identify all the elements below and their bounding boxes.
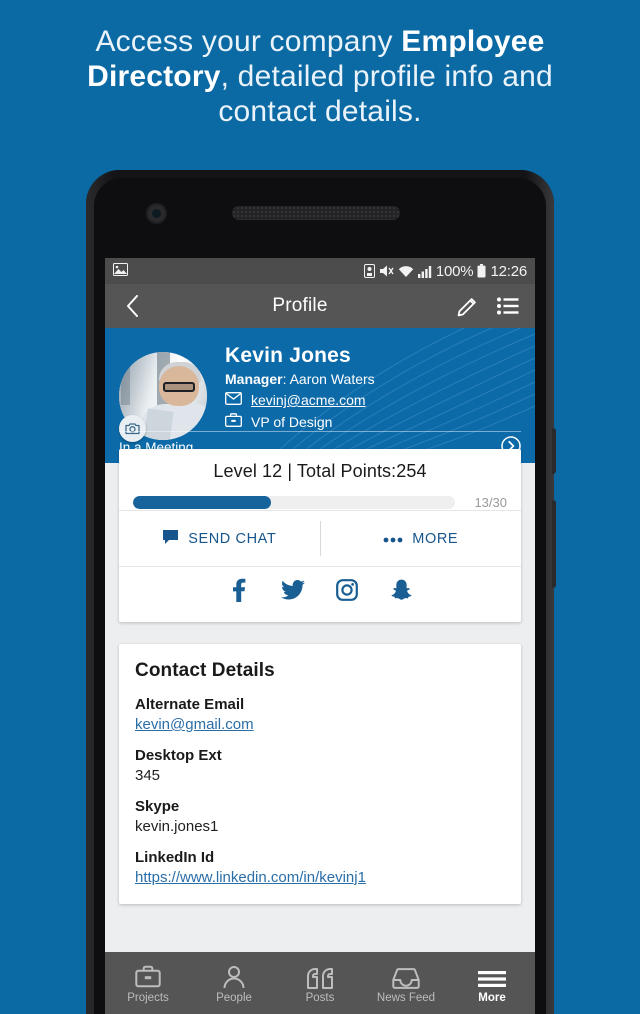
app-toolbar: Profile	[105, 284, 535, 328]
pencil-icon[interactable]	[455, 295, 481, 317]
nav-item-posts[interactable]: Posts	[277, 963, 363, 1004]
progress-label: 13/30	[474, 495, 507, 510]
progress-bar-fill	[133, 496, 272, 509]
volume-button[interactable]	[552, 500, 556, 588]
status-icons: 100% 12:26	[363, 262, 527, 280]
action-buttons: SEND CHAT MORE	[119, 510, 521, 566]
more-label: MORE	[412, 530, 459, 547]
nav-label-news-feed: News Feed	[376, 991, 436, 1004]
twitter-icon[interactable]	[279, 579, 307, 600]
social-links	[119, 566, 521, 612]
nav-item-news-feed[interactable]: News Feed	[363, 963, 449, 1004]
manager-value: : Aaron Waters	[282, 371, 375, 387]
field-label-alternate-email: Alternate Email	[135, 696, 245, 713]
chat-bubble-icon	[162, 529, 179, 549]
earpiece-speaker	[232, 206, 400, 220]
envelope-icon	[225, 392, 242, 408]
progress-bar	[133, 496, 455, 509]
phone-mockup: 100% 12:26 Profile Kevin Jones Manager: …	[86, 170, 556, 1014]
more-dots-icon	[383, 531, 403, 547]
more-button[interactable]: MORE	[321, 511, 522, 566]
hamburger-icon	[478, 963, 506, 989]
nav-label-projects: Projects	[127, 991, 169, 1004]
field-value-linkedin-id[interactable]: https://www.linkedin.com/in/kevinj1	[135, 869, 505, 886]
signal-icon	[417, 265, 432, 278]
promo-page: Access your company Employee Directory, …	[0, 0, 640, 1014]
field-label-skype: Skype	[135, 798, 180, 815]
field-label-linkedin-id: LinkedIn Id	[135, 849, 215, 866]
profile-header-content: Kevin Jones Manager: Aaron Waters kevinj…	[119, 338, 521, 446]
toolbar-actions	[455, 295, 521, 317]
field-value-desktop-ext: 345	[135, 767, 161, 784]
phone-screen: 100% 12:26 Profile Kevin Jones Manager: …	[105, 258, 535, 1014]
bottom-navigation: Projects People Posts News Feed More	[105, 952, 535, 1014]
briefcase-icon	[225, 413, 242, 430]
nav-label-more: More	[478, 991, 506, 1004]
clock: 12:26	[490, 262, 527, 280]
image-icon	[113, 263, 128, 279]
profile-email[interactable]: kevinj@acme.com	[251, 392, 366, 408]
page-title: Profile	[272, 295, 328, 316]
mute-icon	[379, 264, 394, 278]
field-value-alternate-email[interactable]: kevin@gmail.com	[135, 716, 505, 733]
screenshot-icon	[363, 264, 375, 278]
power-button[interactable]	[552, 428, 556, 474]
briefcase-icon	[135, 963, 161, 989]
profile-manager: Manager: Aaron Waters	[225, 371, 521, 387]
instagram-icon[interactable]	[333, 578, 361, 601]
level-card: Level 12 | Total Points:254 13/30 SEND C…	[119, 449, 521, 622]
avatar-photo-detail-left	[121, 352, 130, 405]
battery-percent: 100%	[435, 262, 474, 280]
wifi-icon	[398, 265, 414, 278]
profile-header: Kevin Jones Manager: Aaron Waters kevinj…	[105, 328, 535, 463]
list-icon[interactable]	[495, 295, 521, 317]
nav-label-posts: Posts	[305, 991, 335, 1004]
field-label-desktop-ext: Desktop Ext	[135, 747, 222, 764]
nav-item-more[interactable]: More	[449, 963, 535, 1004]
contact-details-title: Contact Details	[135, 660, 275, 681]
level-title: Level 12 | Total Points:254	[213, 461, 427, 481]
avatar-photo-glasses	[163, 382, 195, 392]
progress-row: 13/30	[119, 495, 521, 510]
front-camera-icon	[148, 205, 165, 222]
nav-item-people[interactable]: People	[191, 963, 277, 1004]
field-value-skype: kevin.jones1	[135, 818, 219, 835]
promo-headline: Access your company Employee Directory, …	[52, 24, 588, 129]
profile-info: Kevin Jones Manager: Aaron Waters kevinj…	[213, 338, 521, 446]
profile-job-title: VP of Design	[251, 413, 333, 430]
send-chat-label: SEND CHAT	[188, 530, 277, 547]
inbox-icon	[392, 963, 420, 989]
send-chat-button[interactable]: SEND CHAT	[119, 511, 320, 566]
facebook-icon[interactable]	[225, 578, 253, 602]
profile-email-row[interactable]: kevinj@acme.com	[225, 392, 521, 408]
quote-icon	[306, 963, 334, 989]
profile-name: Kevin Jones	[225, 344, 351, 367]
status-bar: 100% 12:26	[105, 258, 535, 284]
manager-label: Manager	[225, 371, 283, 387]
profile-title-row: VP of Design	[225, 413, 521, 430]
battery-icon	[477, 264, 486, 278]
back-chevron-icon[interactable]	[119, 295, 145, 317]
headline-text-2: , detailed profile info and contact deta…	[218, 60, 553, 128]
headline-text-1: Access your company	[95, 25, 402, 58]
contact-details-card: Contact Details Alternate Email kevin@gm…	[119, 644, 521, 904]
snapchat-icon[interactable]	[387, 579, 415, 601]
nav-label-people: People	[216, 991, 252, 1004]
person-icon	[222, 963, 246, 989]
nav-item-projects[interactable]: Projects	[105, 963, 191, 1004]
